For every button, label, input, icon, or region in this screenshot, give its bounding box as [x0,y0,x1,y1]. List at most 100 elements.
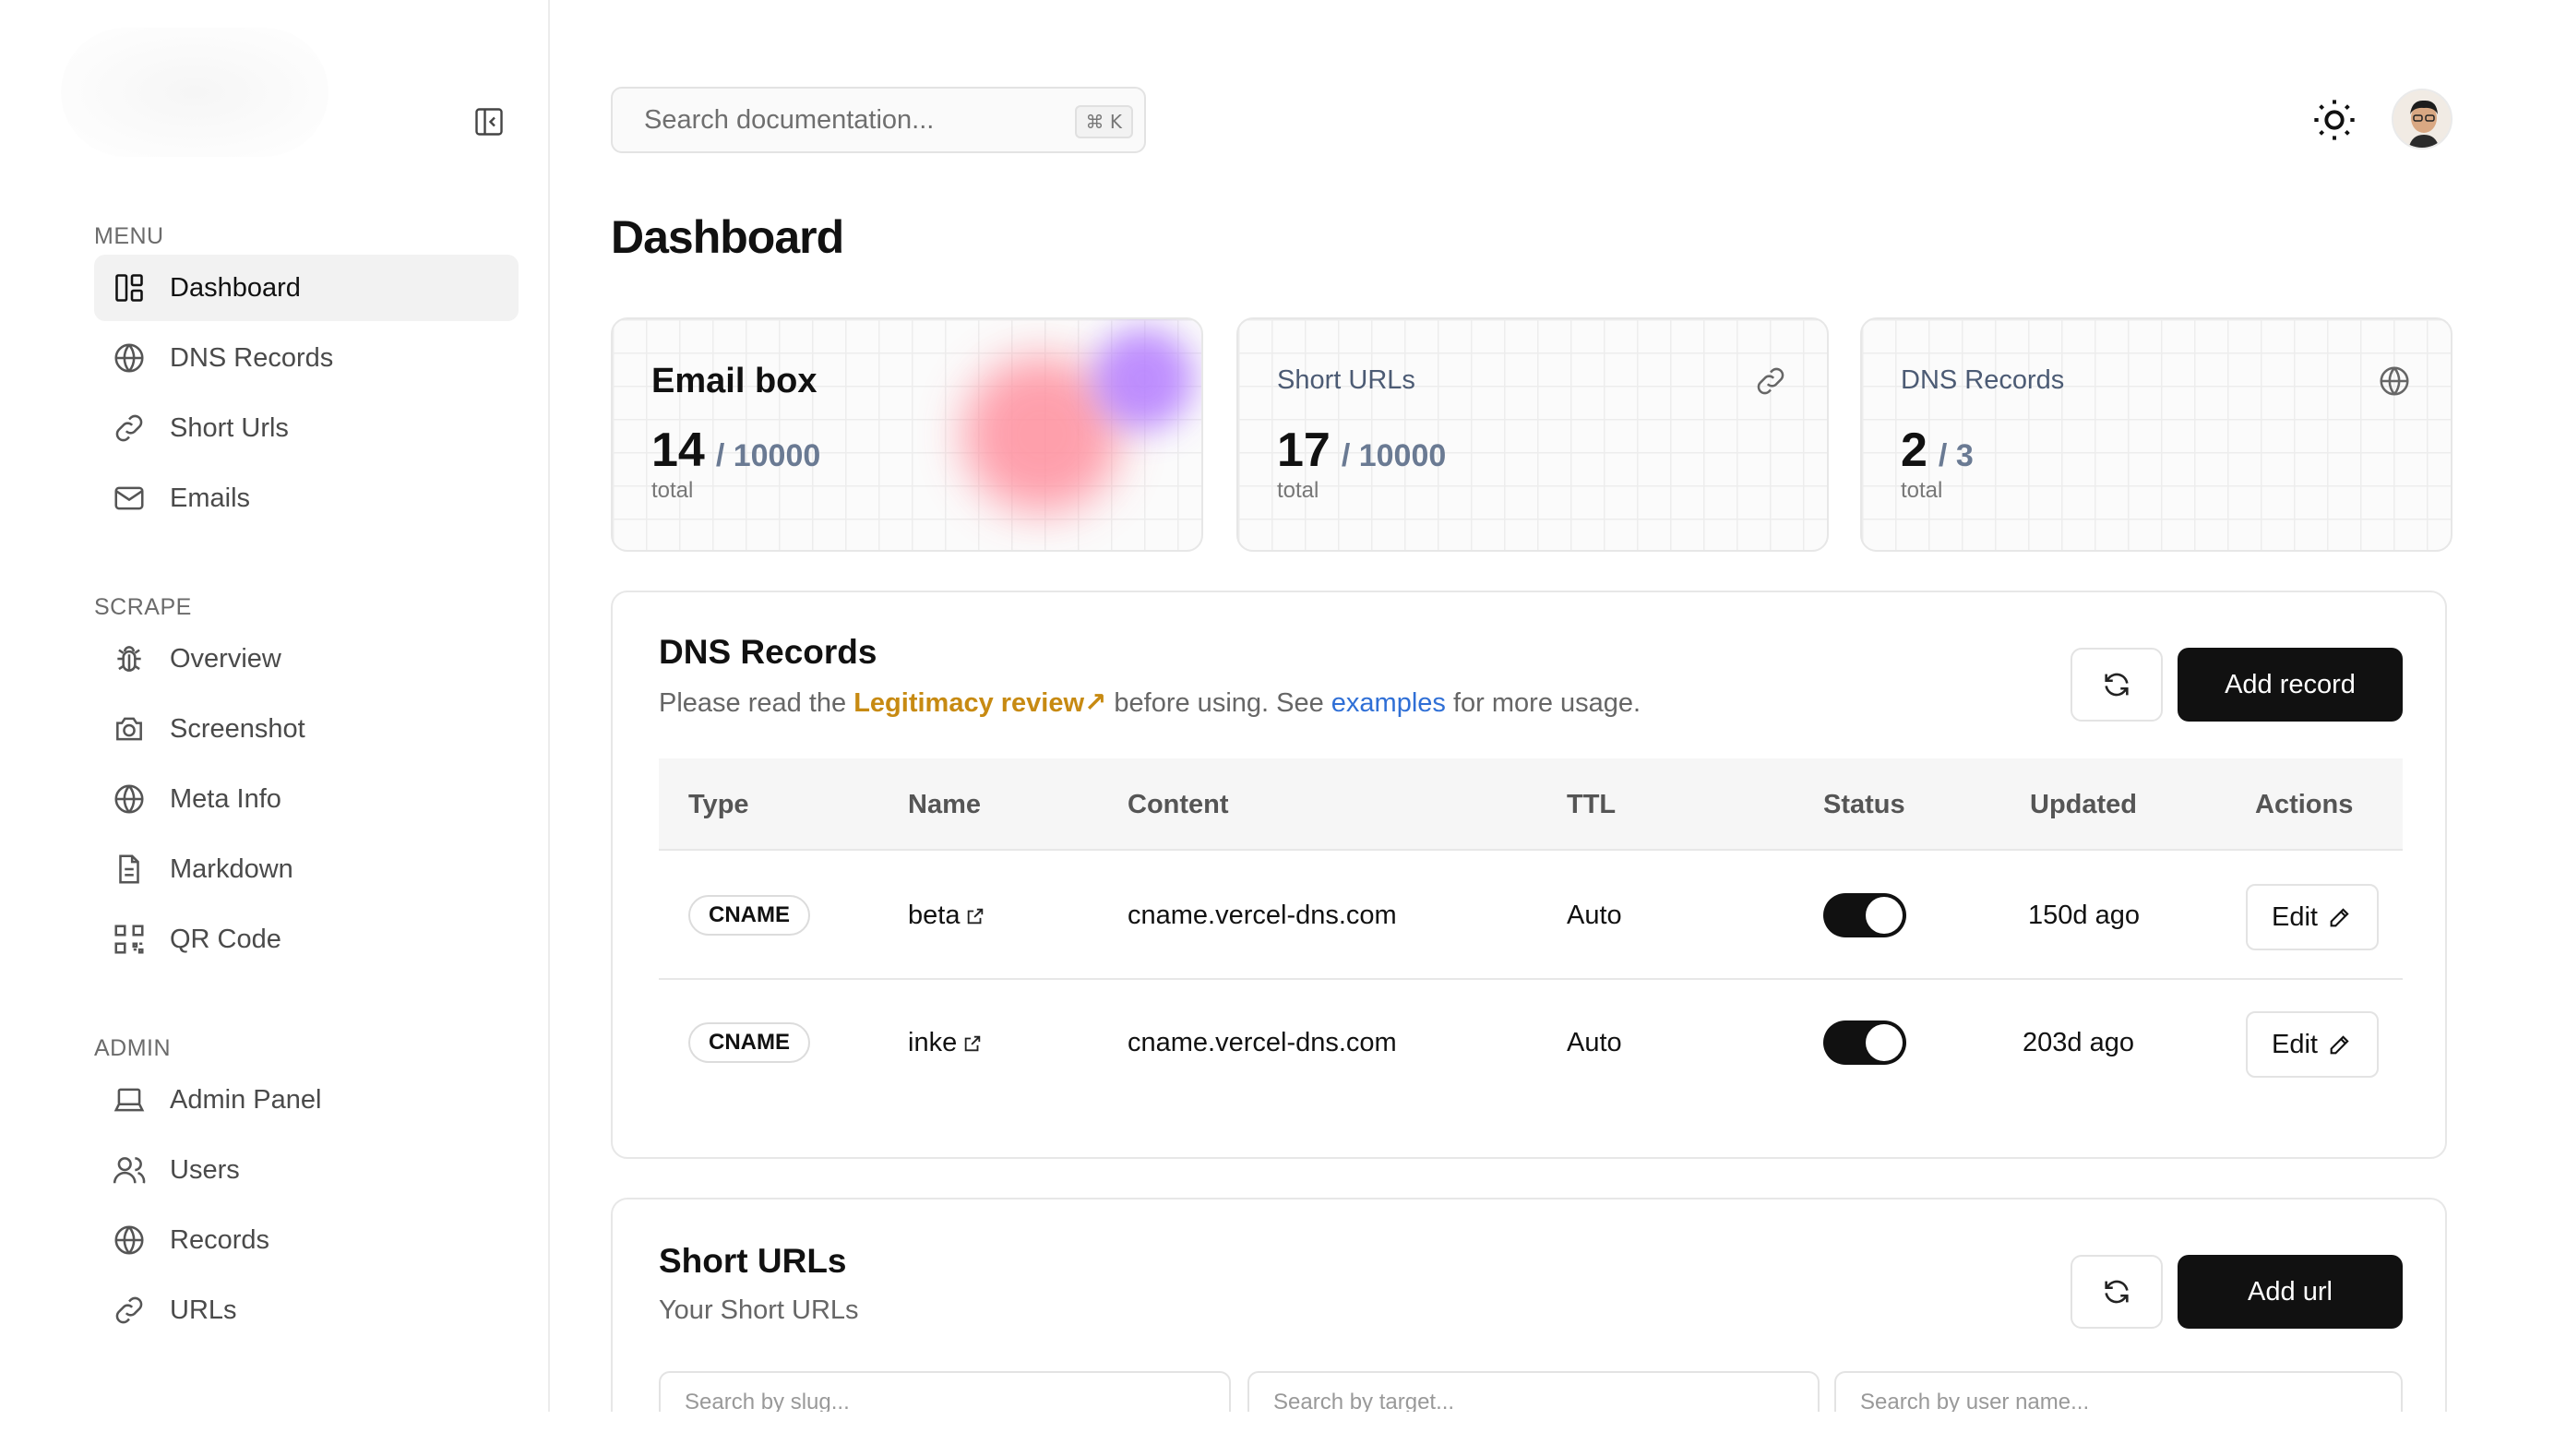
sidebar-item-emails[interactable]: Emails [94,465,519,531]
record-updated: 150d ago [2028,901,2140,930]
sidebar-item-label: QR Code [170,924,281,954]
sidebar: MENU Dashboard DNS Records Short Urls Em… [0,0,550,1412]
sidebar-item-markdown[interactable]: Markdown [94,836,519,902]
legitimacy-review-link[interactable]: Legitimacy review↗ [853,688,1106,718]
status-toggle[interactable] [1823,893,1906,937]
qr-code-icon [109,919,149,960]
section-label-menu: MENU [94,223,164,249]
input-placeholder: Search by slug... [685,1390,850,1412]
external-link-icon [968,909,984,925]
stat-card-limit: / 10000 [715,438,821,473]
add-record-button[interactable]: Add record [2178,648,2403,722]
pencil-icon [2330,908,2349,927]
dashboard-icon [109,268,149,308]
subtitle-text: before using. See [1106,688,1331,718]
sidebar-item-label: URLs [170,1295,237,1325]
sidebar-item-label: Meta Info [170,783,281,814]
sidebar-item-label: Overview [170,643,281,674]
search-shortcut-badge: ⌘ K [1074,105,1133,138]
record-content: cname.vercel-dns.com [1128,901,1397,930]
input-placeholder: Search by target... [1273,1390,1455,1412]
column-header-name: Name [908,790,981,819]
record-updated: 203d ago [2023,1028,2134,1057]
pencil-icon [2330,1035,2349,1055]
column-header-actions: Actions [2255,790,2354,819]
record-name-link[interactable]: inke [908,1028,983,1058]
decorative-blob [1092,328,1194,430]
sidebar-item-dns-records[interactable]: DNS Records [94,325,519,391]
panel-subtitle: Please read the Legitimacy review↗ befor… [659,686,1641,719]
page-title: Dashboard [611,211,844,263]
globe-lock-icon [2377,364,2412,399]
sidebar-item-overview[interactable]: Overview [94,626,519,692]
logo[interactable] [61,28,328,157]
sidebar-item-records[interactable]: Records [94,1207,519,1273]
search-by-user-name-input[interactable]: Search by user name... [1834,1371,2403,1412]
column-header-type: Type [688,790,749,819]
stat-card-unit: total [651,478,694,503]
record-name: inke [908,1028,958,1057]
input-placeholder: Search by user name... [1860,1390,2090,1412]
external-link-icon [964,1036,981,1052]
sidebar-collapse-icon[interactable] [472,105,506,138]
sidebar-item-dashboard[interactable]: Dashboard [94,255,519,321]
refresh-icon [2105,1280,2129,1304]
sidebar-item-users[interactable]: Users [94,1137,519,1203]
table-row: CNAME beta cname.vercel-dns.com Auto 150… [659,853,2403,980]
link-icon [109,408,149,448]
panel-title: Short URLs [659,1242,847,1280]
globe-lock-icon [109,338,149,378]
sidebar-item-qr-code[interactable]: QR Code [94,906,519,973]
users-icon [109,1150,149,1190]
record-type-badge: CNAME [688,1022,810,1063]
stat-card-title: Short URLs [1277,365,1415,395]
toggle-knob [1866,1024,1903,1061]
add-url-button[interactable]: Add url [2178,1255,2403,1329]
stat-card-title: DNS Records [1901,365,2065,395]
theme-toggle-sun-icon[interactable] [2310,96,2358,144]
stat-card-unit: total [1901,478,1943,503]
sidebar-item-label: Emails [170,483,251,513]
subtitle-text: for more usage. [1445,688,1641,718]
globe-icon [109,779,149,819]
search-by-target-input[interactable]: Search by target... [1247,1371,1820,1412]
sidebar-item-label: Dashboard [170,272,301,303]
sidebar-item-label: Short Urls [170,412,289,443]
stat-card-unit: total [1277,478,1319,503]
edit-button[interactable]: Edit [2246,1011,2379,1078]
sidebar-item-label: Admin Panel [170,1084,322,1115]
globe-icon [109,1220,149,1260]
section-label-admin: ADMIN [94,1035,172,1061]
record-ttl: Auto [1567,1028,1622,1057]
sidebar-item-meta-info[interactable]: Meta Info [94,766,519,832]
bug-icon [109,638,149,679]
stat-card-limit: / 10000 [1341,438,1447,473]
search-placeholder: Search documentation... [644,104,935,135]
record-name-link[interactable]: beta [908,901,985,931]
sidebar-item-short-urls[interactable]: Short Urls [94,395,519,461]
examples-link[interactable]: examples [1331,688,1446,718]
sidebar-item-screenshot[interactable]: Screenshot [94,696,519,762]
sidebar-item-urls[interactable]: URLs [94,1277,519,1343]
user-avatar[interactable] [2392,89,2453,149]
status-toggle[interactable] [1823,1020,1906,1065]
stat-card-email-box[interactable]: Email box 14 / 10000 total [611,317,1203,552]
sidebar-item-admin-panel[interactable]: Admin Panel [94,1067,519,1133]
refresh-button[interactable] [2071,1255,2163,1329]
sidebar-item-label: Markdown [170,853,293,884]
record-ttl: Auto [1567,901,1622,930]
stat-card-limit: / 3 [1938,438,1974,473]
column-header-status: Status [1823,790,1905,819]
search-by-slug-input[interactable]: Search by slug... [659,1371,1231,1412]
stat-card-dns-records[interactable]: DNS Records 2 / 3 total [1860,317,2453,552]
column-header-ttl: TTL [1567,790,1617,819]
edit-button[interactable]: Edit [2246,884,2379,950]
search-input[interactable]: Search documentation... ⌘ K [611,87,1146,153]
stat-card-value-wrap: 17 / 10000 [1277,423,1446,478]
edit-label: Edit [2272,1029,2318,1059]
refresh-button[interactable] [2071,648,2163,722]
column-header-content: Content [1128,790,1229,819]
stat-card-short-urls[interactable]: Short URLs 17 / 10000 total [1236,317,1829,552]
subtitle-text: Please read the [659,688,854,718]
refresh-icon [2105,673,2129,697]
